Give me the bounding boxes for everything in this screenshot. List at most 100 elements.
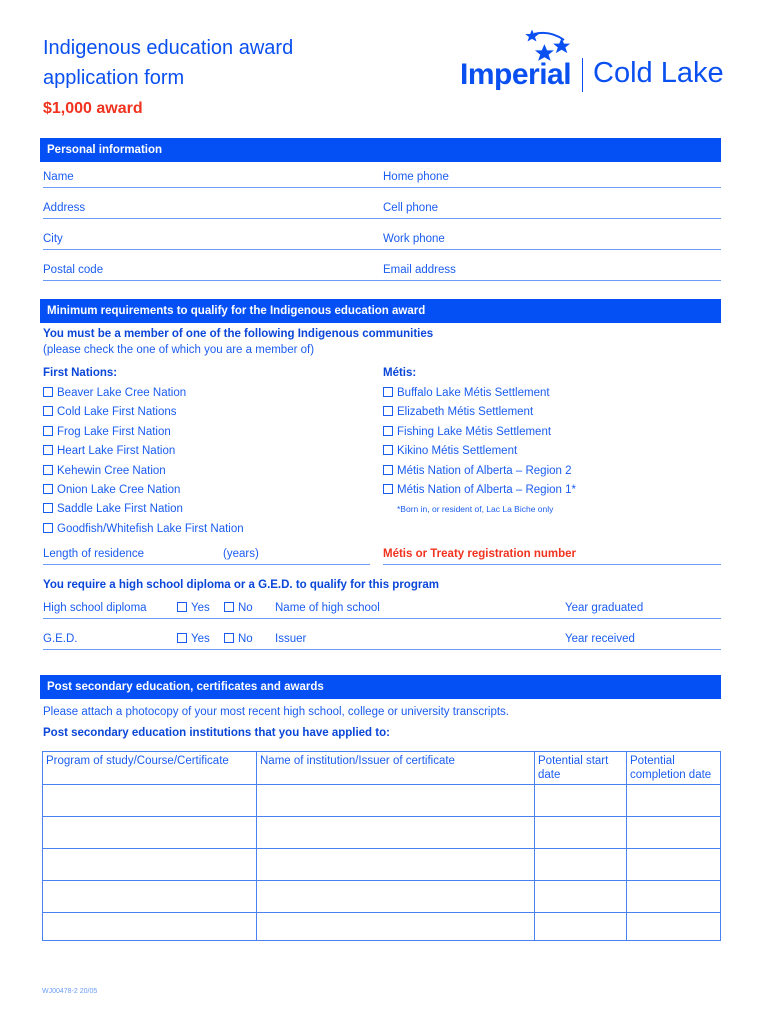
program-cell[interactable] [42,784,257,817]
year-graduated-field[interactable]: Year graduated [565,599,643,617]
diploma-yes[interactable]: Yes [177,599,210,617]
first-nation-option[interactable]: Cold Lake First Nations [43,403,244,422]
work-phone-field[interactable]: Work phone [383,230,721,250]
col-program: Program of study/Course/Certificate [42,751,257,785]
institution-cell[interactable] [256,880,535,913]
first-nation-option[interactable]: Heart Lake First Nation [43,442,244,461]
cell-phone-field[interactable]: Cell phone [383,199,721,219]
membership-note: (please check the one of which you are a… [43,344,315,356]
checkbox[interactable] [383,445,393,456]
institution-cell[interactable] [256,912,535,941]
year-received-field[interactable]: Year received [565,630,635,648]
metis-option[interactable]: Métis Nation of Alberta – Region 2 [383,462,576,481]
program-cell[interactable] [42,912,257,941]
checkbox[interactable] [383,425,393,436]
col-start-date: Potential start date [534,751,627,785]
completion-date-cell[interactable] [626,784,721,817]
checkbox[interactable] [43,406,53,417]
checkbox[interactable] [383,464,393,475]
checkbox[interactable] [43,503,53,514]
registration-number-field[interactable]: Métis or Treaty registration number [383,545,721,565]
city-field[interactable]: City [43,230,383,250]
first-nation-option[interactable]: Goodfish/Whitefish Lake First Nation [43,520,244,539]
checkbox[interactable] [383,483,393,494]
table-row [42,816,721,849]
completion-date-cell[interactable] [626,816,721,849]
checkbox[interactable] [43,445,53,456]
section-requirements: Minimum requirements to qualify for the … [40,299,721,323]
ged-yes[interactable]: Yes [177,630,210,648]
institution-cell[interactable] [256,784,535,817]
ged-no[interactable]: No [224,630,253,648]
metis-option[interactable]: Métis Nation of Alberta – Region 1* [383,481,576,500]
diploma-label: High school diploma [43,602,147,614]
completion-date-cell[interactable] [626,848,721,881]
checkbox[interactable] [224,633,234,643]
start-date-cell[interactable] [534,784,627,817]
logo-place: Cold Lake [593,57,724,89]
email-field[interactable]: Email address [383,261,721,281]
residence-field[interactable]: Length of residence (years) [43,545,370,565]
completion-date-cell[interactable] [626,880,721,913]
first-nation-option[interactable]: Onion Lake Cree Nation [43,481,244,500]
first-nation-option[interactable]: Frog Lake First Nation [43,423,244,442]
applied-title: Post secondary education institutions th… [43,727,390,739]
table-row [42,784,721,817]
logo-brand: Imperial [460,58,572,91]
ged-row: G.E.D. Yes No Issuer Year received [43,630,721,650]
checkbox[interactable] [383,387,393,397]
col-institution: Name of institution/Issuer of certificat… [256,751,535,785]
name-field[interactable]: Name [43,168,383,188]
col-completion-date: Potential completion date [626,751,721,785]
checkbox[interactable] [177,602,187,612]
program-cell[interactable] [42,816,257,849]
checkbox[interactable] [43,483,53,494]
metis-option[interactable]: Fishing Lake Métis Settlement [383,423,576,442]
first-nation-option[interactable]: Beaver Lake Cree Nation [43,384,244,403]
page-title: Indigenous education award application f… [43,37,294,89]
program-cell[interactable] [42,848,257,881]
first-nation-option[interactable]: Kehewin Cree Nation [43,462,244,481]
metis-label: Métis: [383,367,417,379]
checkbox[interactable] [43,425,53,436]
checkbox[interactable] [177,633,187,643]
checkbox[interactable] [43,522,53,533]
checkbox[interactable] [383,406,393,417]
award-amount: $1,000 award [43,100,143,117]
address-field[interactable]: Address [43,199,383,219]
start-date-cell[interactable] [534,816,627,849]
section-post-secondary: Post secondary education, certificates a… [40,675,721,699]
registration-label: Métis or Treaty registration number [383,548,576,560]
diploma-no[interactable]: No [224,599,253,617]
attach-note: Please attach a photocopy of your most r… [43,706,509,718]
personal-right-fields: Home phone Cell phone Work phone Email a… [383,168,721,281]
start-date-cell[interactable] [534,912,627,941]
start-date-cell[interactable] [534,880,627,913]
institution-cell[interactable] [256,848,535,881]
personal-left-fields: Name Address City Postal code [43,168,383,281]
high-school-name-field[interactable]: Name of high school [275,599,380,617]
metis-list: Buffalo Lake Métis Settlement Elizabeth … [383,384,576,500]
diploma-row: High school diploma Yes No Name of high … [43,599,721,619]
program-cell[interactable] [42,880,257,913]
ged-issuer-field[interactable]: Issuer [275,630,306,648]
ged-label: G.E.D. [43,633,78,645]
residence-label: Length of residence [43,548,145,560]
metis-option[interactable]: Elizabeth Métis Settlement [383,403,576,422]
metis-option[interactable]: Kikino Métis Settlement [383,442,576,461]
first-nations-label: First Nations: [43,367,118,379]
start-date-cell[interactable] [534,848,627,881]
completion-date-cell[interactable] [626,912,721,941]
checkbox[interactable] [224,602,234,612]
institution-cell[interactable] [256,816,535,849]
checkbox[interactable] [43,387,53,397]
checkbox[interactable] [43,464,53,475]
first-nation-option[interactable]: Saddle Lake First Nation [43,500,244,519]
metis-footnote: *Born in, or resident of, Lac La Biche o… [397,504,554,514]
postal-code-field[interactable]: Postal code [43,261,383,281]
form-code: WJ00478-2 20/05 [42,988,98,995]
residence-unit: (years) [223,548,259,560]
metis-option[interactable]: Buffalo Lake Métis Settlement [383,384,576,403]
home-phone-field[interactable]: Home phone [383,168,721,188]
section-personal-info: Personal information [40,138,721,162]
